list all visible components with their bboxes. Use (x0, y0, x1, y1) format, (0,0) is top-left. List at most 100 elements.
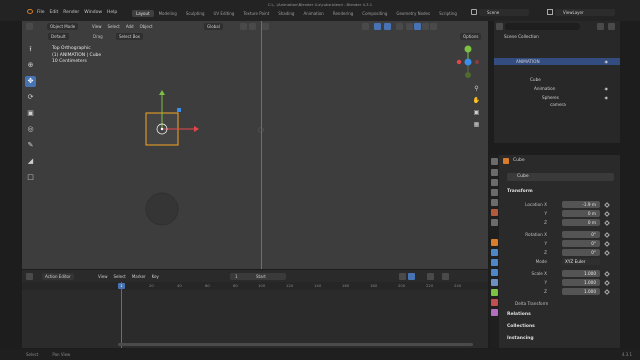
rotation-mode-dropdown[interactable]: XYZ Euler (562, 258, 600, 265)
transform-orientation[interactable]: Global (204, 23, 223, 30)
transform-section[interactable]: Transform (507, 189, 533, 194)
tab-texture-paint[interactable]: Texture Paint (239, 10, 273, 17)
timeline-editor-type-icon[interactable] (26, 273, 33, 280)
collection-tab-icon[interactable] (491, 219, 498, 226)
keyframe-icon[interactable] (604, 270, 610, 277)
tab-modeling[interactable]: Modeling (155, 10, 181, 17)
menu-help[interactable]: Help (107, 10, 117, 15)
material-tab-icon[interactable] (491, 299, 498, 306)
keyframe-icon[interactable] (604, 240, 610, 247)
tl-only-selected-icon[interactable] (408, 273, 415, 280)
tab-layout[interactable]: Layout (132, 10, 154, 17)
timeline-ruler[interactable]: 1 20 40 60 80 100 120 140 160 180 200 22… (22, 282, 488, 290)
playhead-frame-indicator[interactable]: 1 (118, 283, 125, 289)
relations-section[interactable]: Relations (507, 312, 531, 317)
eye-icon[interactable]: ◉ (605, 94, 609, 101)
menu-window[interactable]: Window (84, 10, 102, 15)
outliner-row[interactable]: camera (494, 101, 620, 108)
texture-tab-icon[interactable] (491, 309, 498, 316)
area-separator[interactable] (494, 143, 640, 155)
move-tool-icon[interactable]: ✥ (25, 76, 36, 87)
keyframe-icon[interactable] (604, 231, 610, 238)
eye-icon[interactable]: ◉ (605, 58, 609, 65)
tab-sculpting[interactable]: Sculpting (182, 10, 209, 17)
view-layer-selector[interactable]: ViewLayer (555, 9, 615, 16)
tab-uv-editing[interactable]: UV Editing (210, 10, 239, 17)
output-tab-icon[interactable] (491, 179, 498, 186)
orientation-dropdown[interactable]: Default (48, 33, 69, 40)
collections-section[interactable]: Collections (507, 324, 535, 329)
action-editor-dropdown[interactable]: Action Editor (42, 273, 74, 280)
tl-menu-view[interactable]: View (98, 274, 108, 279)
tl-menu-select[interactable]: Select (114, 274, 126, 279)
shading-wire-icon[interactable] (406, 23, 413, 30)
tl-funnel-icon[interactable] (427, 273, 434, 280)
keyframe-icon[interactable] (604, 219, 610, 226)
proportional-edit-icon[interactable] (262, 23, 269, 30)
view-layer-tab-icon[interactable] (491, 189, 498, 196)
rotate-tool-icon[interactable]: ⟳ (25, 92, 36, 103)
tl-menu-marker[interactable]: Marker (132, 274, 146, 279)
new-collection-icon[interactable] (608, 23, 615, 30)
keyframe-icon[interactable] (604, 249, 610, 256)
object-tab-icon[interactable] (491, 239, 498, 246)
menu-view[interactable]: View (92, 24, 102, 29)
menu-render[interactable]: Render (63, 10, 79, 15)
world-tab-icon[interactable] (491, 209, 498, 216)
menu-select[interactable]: Select (108, 24, 120, 29)
pivot-icon[interactable] (240, 23, 247, 30)
overlay-toggle-icon[interactable] (384, 23, 391, 30)
scale-tool-icon[interactable]: ▣ (25, 108, 36, 119)
location-y-field[interactable]: 0 m (562, 210, 600, 217)
outliner-filter-icon[interactable] (597, 23, 604, 30)
scale-x-field[interactable]: 1.000 (562, 270, 600, 277)
location-z-field[interactable]: 0 m (562, 219, 600, 226)
mode-selector[interactable]: Object Mode (47, 23, 79, 30)
add-cube-tool-icon[interactable]: □ (25, 172, 36, 183)
menu-edit[interactable]: Edit (50, 10, 59, 15)
modifier-tab-icon[interactable] (491, 249, 498, 256)
rotation-z-field[interactable]: 0° (562, 249, 600, 256)
shading-material-icon[interactable] (422, 23, 429, 30)
tool-tab-icon[interactable] (491, 158, 498, 165)
outliner-row[interactable]: Animation ◉ (494, 85, 620, 92)
outliner-row[interactable]: Scene Collection (494, 33, 620, 40)
visibility-icon[interactable] (362, 23, 369, 30)
menu-object[interactable]: Object (140, 24, 153, 29)
gizmo-toggle-icon[interactable] (374, 23, 381, 30)
pan-hand-icon[interactable]: ✋ (472, 96, 481, 105)
tab-rendering[interactable]: Rendering (329, 10, 357, 17)
tl-snap-icon[interactable] (442, 273, 449, 280)
annotate-tool-icon[interactable]: ✎ (25, 140, 36, 151)
outliner-row[interactable]: Cube (494, 76, 620, 83)
outliner-search-input[interactable] (505, 23, 580, 30)
tl-menu-key[interactable]: Key (152, 274, 159, 279)
menu-add[interactable]: Add (126, 24, 134, 29)
tab-shading[interactable]: Shading (274, 10, 298, 17)
object-name-field[interactable]: Cube (507, 173, 614, 181)
select-tool-icon[interactable]: ⭱ (25, 44, 36, 55)
playhead[interactable] (121, 282, 122, 348)
constraints-tab-icon[interactable] (491, 279, 498, 286)
keyframe-icon[interactable] (604, 201, 610, 208)
navigation-gizmo[interactable] (456, 40, 480, 84)
eye-icon[interactable]: ◉ (605, 85, 609, 92)
shading-solid-icon[interactable] (414, 23, 421, 30)
snap-icon[interactable] (249, 23, 256, 30)
scale-y-field[interactable]: 1.000 (562, 279, 600, 286)
tab-scripting[interactable]: Scripting (435, 10, 461, 17)
data-tab-icon[interactable] (491, 289, 498, 296)
rotation-x-field[interactable]: 0° (562, 231, 600, 238)
select-box-dropdown[interactable]: Select Box (116, 33, 144, 40)
measure-tool-icon[interactable]: ◢ (25, 156, 36, 167)
transform-tool-icon[interactable]: ◎ (25, 124, 36, 135)
editor-type-icon[interactable] (26, 23, 33, 30)
cursor-tool-icon[interactable]: ⊕ (25, 60, 36, 71)
tl-filter-icon[interactable] (399, 273, 406, 280)
scale-z-field[interactable]: 1.000 (562, 288, 600, 295)
location-x-field[interactable]: -1.9 m (562, 201, 600, 208)
outliner-type-icon[interactable] (496, 23, 503, 30)
keyframe-icon[interactable] (604, 288, 610, 295)
outliner-row[interactable]: ANIMATION ◉ (494, 58, 620, 65)
camera-view-icon[interactable]: ▣ (472, 108, 481, 117)
